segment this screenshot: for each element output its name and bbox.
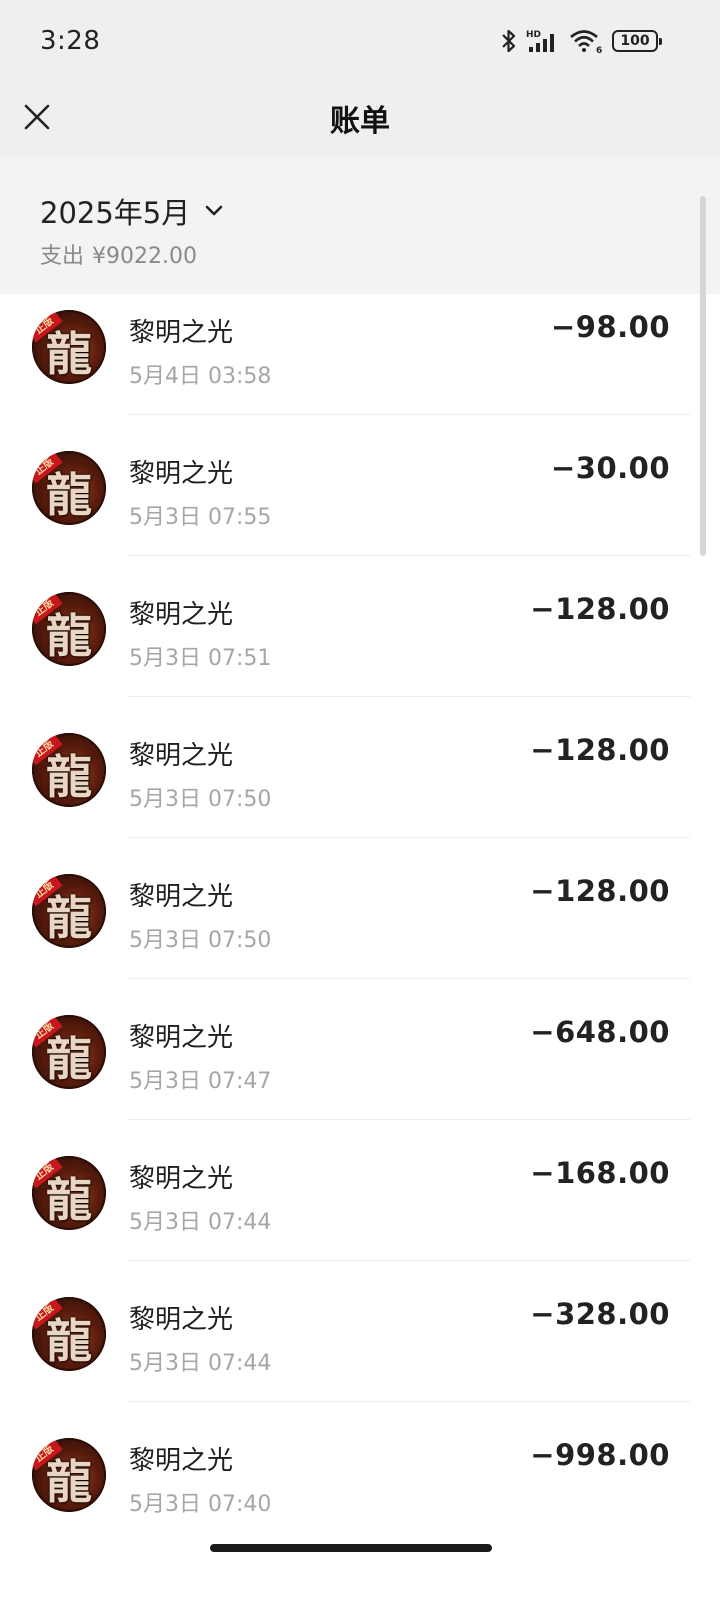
divider (127, 1119, 690, 1120)
svg-text:6: 6 (596, 46, 602, 54)
merchant-avatar: 龍正版 (32, 451, 106, 525)
merchant-name: 黎明之光 (129, 1023, 234, 1053)
divider (127, 837, 690, 838)
bluetooth-icon (501, 28, 517, 54)
wifi-icon: 6 (569, 28, 603, 54)
merchant-name: 黎明之光 (129, 318, 234, 348)
divider (127, 1260, 690, 1261)
month-picker[interactable]: 2025年5月 (40, 190, 224, 232)
merchant-avatar: 龍正版 (32, 874, 106, 948)
chevron-down-icon (205, 205, 223, 216)
merchant-avatar: 龍正版 (32, 1156, 106, 1230)
transaction-row[interactable]: 龍正版 黎明之光 5月3日 07:44 −168.00 (0, 1140, 720, 1281)
battery-level: 100 (620, 33, 650, 49)
divider (127, 555, 690, 556)
transaction-row[interactable]: 龍正版 黎明之光 5月3日 07:55 −30.00 (0, 435, 720, 576)
scrollbar[interactable] (700, 196, 706, 556)
transaction-amount: −128.00 (530, 874, 670, 908)
transaction-time: 5月3日 07:55 (129, 505, 272, 530)
monthly-summary: 2025年5月 支出 ¥9022.00 (0, 158, 720, 294)
merchant-avatar: 龍正版 (32, 1015, 106, 1089)
merchant-name: 黎明之光 (129, 882, 234, 912)
merchant-name: 黎明之光 (129, 600, 234, 630)
status-icons: HD 6 100 (501, 26, 662, 56)
divider (127, 978, 690, 979)
merchant-name: 黎明之光 (129, 741, 234, 771)
transaction-time: 5月3日 07:50 (129, 928, 272, 953)
transaction-time: 5月3日 07:50 (129, 787, 272, 812)
month-label: 2025年5月 (40, 196, 191, 230)
transaction-list: 龍正版 黎明之光 5月4日 03:58 −98.00 龍正版 黎明之光 5月3日 07:55… (0, 294, 720, 1524)
battery-icon: 100 (612, 30, 662, 52)
svg-text:HD: HD (526, 30, 541, 40)
merchant-name: 黎明之光 (129, 1305, 234, 1335)
expense-label: 支出 (40, 244, 85, 269)
transaction-amount: −30.00 (550, 451, 670, 485)
transaction-amount: −648.00 (530, 1015, 670, 1049)
page-title: 账单 (330, 104, 390, 139)
transaction-time: 5月3日 07:40 (129, 1492, 272, 1517)
transaction-amount: −128.00 (530, 592, 670, 626)
status-time: 3:28 (40, 26, 101, 56)
transaction-amount: −328.00 (530, 1297, 670, 1331)
merchant-name: 黎明之光 (129, 459, 234, 489)
merchant-avatar: 龍正版 (32, 733, 106, 807)
transaction-row[interactable]: 龍正版 黎明之光 5月3日 07:51 −128.00 (0, 576, 720, 717)
transaction-row[interactable]: 龍正版 黎明之光 5月3日 07:47 −648.00 (0, 999, 720, 1140)
merchant-avatar: 龍正版 (32, 310, 106, 384)
transaction-row[interactable]: 龍正版 黎明之光 5月3日 07:40 −998.00 (0, 1422, 720, 1524)
transaction-amount: −998.00 (530, 1438, 670, 1472)
transaction-row[interactable]: 龍正版 黎明之光 5月3日 07:44 −328.00 (0, 1281, 720, 1422)
transaction-amount: −98.00 (550, 310, 670, 344)
divider (127, 696, 690, 697)
divider (127, 1401, 690, 1402)
divider (127, 414, 690, 415)
merchant-avatar: 龍正版 (32, 1297, 106, 1371)
merchant-avatar: 龍正版 (32, 592, 106, 666)
transaction-time: 5月3日 07:47 (129, 1069, 272, 1094)
merchant-avatar: 龍正版 (32, 1438, 106, 1512)
transaction-time: 5月4日 03:58 (129, 364, 272, 389)
hd-signal-icon: HD (526, 28, 560, 54)
expense-amount: ¥9022.00 (92, 244, 197, 269)
home-indicator[interactable] (210, 1544, 492, 1552)
status-bar: 3:28 HD 6 100 (0, 0, 720, 86)
transaction-amount: −128.00 (530, 733, 670, 767)
transaction-time: 5月3日 07:51 (129, 646, 272, 671)
transaction-row[interactable]: 龍正版 黎明之光 5月3日 07:50 −128.00 (0, 717, 720, 858)
transaction-row[interactable]: 龍正版 黎明之光 5月4日 03:58 −98.00 (0, 294, 720, 435)
transaction-time: 5月3日 07:44 (129, 1210, 272, 1235)
transaction-time: 5月3日 07:44 (129, 1351, 272, 1376)
transaction-row[interactable]: 龍正版 黎明之光 5月3日 07:50 −128.00 (0, 858, 720, 999)
expense-summary: 支出 ¥9022.00 (40, 238, 205, 270)
merchant-name: 黎明之光 (129, 1164, 234, 1194)
title-bar: 账单 (0, 86, 720, 158)
transaction-amount: −168.00 (530, 1156, 670, 1190)
merchant-name: 黎明之光 (129, 1446, 234, 1476)
